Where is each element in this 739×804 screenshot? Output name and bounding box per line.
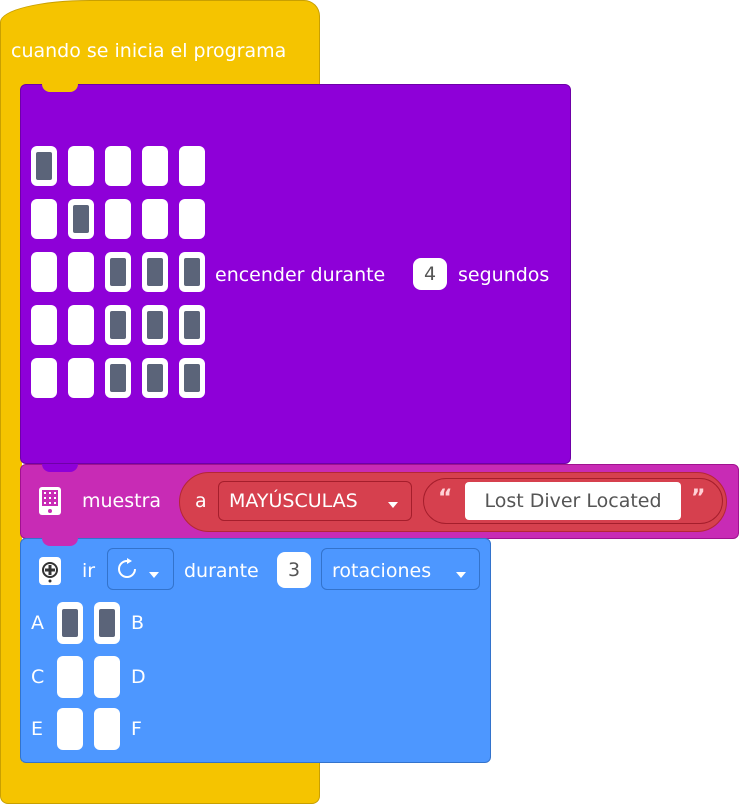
matrix-pixel[interactable] bbox=[31, 252, 57, 292]
matrix-pixel[interactable] bbox=[179, 358, 205, 398]
port-f-toggle[interactable] bbox=[94, 708, 120, 750]
matrix-unit-label: segundos bbox=[458, 264, 550, 286]
matrix-pixel[interactable] bbox=[142, 252, 168, 292]
matrix-pixel[interactable] bbox=[105, 305, 131, 345]
matrix-pixel[interactable] bbox=[31, 358, 57, 398]
motor-action-label: ir bbox=[82, 560, 96, 582]
chevron-down-icon bbox=[455, 565, 467, 578]
port-label-d: D bbox=[131, 666, 146, 688]
port-c-toggle[interactable] bbox=[57, 656, 83, 698]
matrix-pixel[interactable] bbox=[68, 358, 94, 398]
matrix-pixel[interactable] bbox=[68, 252, 94, 292]
port-a-toggle[interactable] bbox=[57, 602, 83, 644]
block-notch bbox=[42, 84, 78, 92]
chevron-down-icon bbox=[148, 565, 160, 578]
matrix-pixel[interactable] bbox=[142, 146, 168, 186]
hat-block-label: cuando se inicia el programa bbox=[11, 40, 287, 62]
matrix-pixel[interactable] bbox=[105, 199, 131, 239]
port-e-toggle[interactable] bbox=[57, 708, 83, 750]
motor-during-label: durante bbox=[184, 560, 259, 582]
duration-input[interactable]: 4 bbox=[413, 258, 447, 290]
matrix-pixel[interactable] bbox=[179, 252, 205, 292]
text-input[interactable]: Lost Diver Located bbox=[465, 482, 681, 520]
motor-icon bbox=[38, 556, 62, 586]
matrix-pixel[interactable] bbox=[105, 358, 131, 398]
matrix-pixel[interactable] bbox=[142, 305, 168, 345]
clockwise-icon bbox=[116, 558, 138, 580]
case-dropdown-value: MAYÚSCULAS bbox=[229, 490, 358, 512]
port-label-b: B bbox=[131, 612, 145, 634]
close-quote-icon: ” bbox=[691, 486, 706, 511]
port-label-a: A bbox=[31, 612, 44, 634]
matrix-pixel[interactable] bbox=[68, 199, 94, 239]
matrix-pixel[interactable] bbox=[105, 252, 131, 292]
light-matrix-grid[interactable] bbox=[31, 146, 206, 402]
hat-block-footer[interactable] bbox=[0, 762, 320, 804]
chevron-down-icon bbox=[387, 495, 399, 508]
amount-input[interactable]: 3 bbox=[277, 552, 311, 588]
matrix-pixel[interactable] bbox=[31, 146, 57, 186]
light-matrix-icon bbox=[38, 486, 62, 516]
matrix-pixel[interactable] bbox=[31, 199, 57, 239]
open-quote-icon: “ bbox=[438, 486, 453, 511]
port-label-c: C bbox=[31, 666, 45, 688]
matrix-pixel[interactable] bbox=[179, 199, 205, 239]
unit-dropdown-value: rotaciones bbox=[332, 560, 432, 582]
display-label: muestra bbox=[82, 490, 162, 512]
matrix-pixel[interactable] bbox=[142, 358, 168, 398]
port-label-e: E bbox=[31, 718, 44, 740]
port-d-toggle[interactable] bbox=[94, 656, 120, 698]
matrix-action-label: encender durante bbox=[215, 264, 386, 286]
block-notch bbox=[42, 464, 78, 472]
matrix-pixel[interactable] bbox=[31, 305, 57, 345]
matrix-pixel[interactable] bbox=[142, 199, 168, 239]
block-notch bbox=[42, 538, 78, 546]
matrix-pixel[interactable] bbox=[68, 305, 94, 345]
matrix-pixel[interactable] bbox=[105, 146, 131, 186]
matrix-pixel[interactable] bbox=[68, 146, 94, 186]
hat-block-spine bbox=[0, 84, 22, 774]
matrix-pixel[interactable] bbox=[179, 146, 205, 186]
case-prefix-label: a bbox=[195, 490, 207, 512]
port-b-toggle[interactable] bbox=[94, 602, 120, 644]
port-label-f: F bbox=[131, 718, 142, 740]
matrix-pixel[interactable] bbox=[179, 305, 205, 345]
